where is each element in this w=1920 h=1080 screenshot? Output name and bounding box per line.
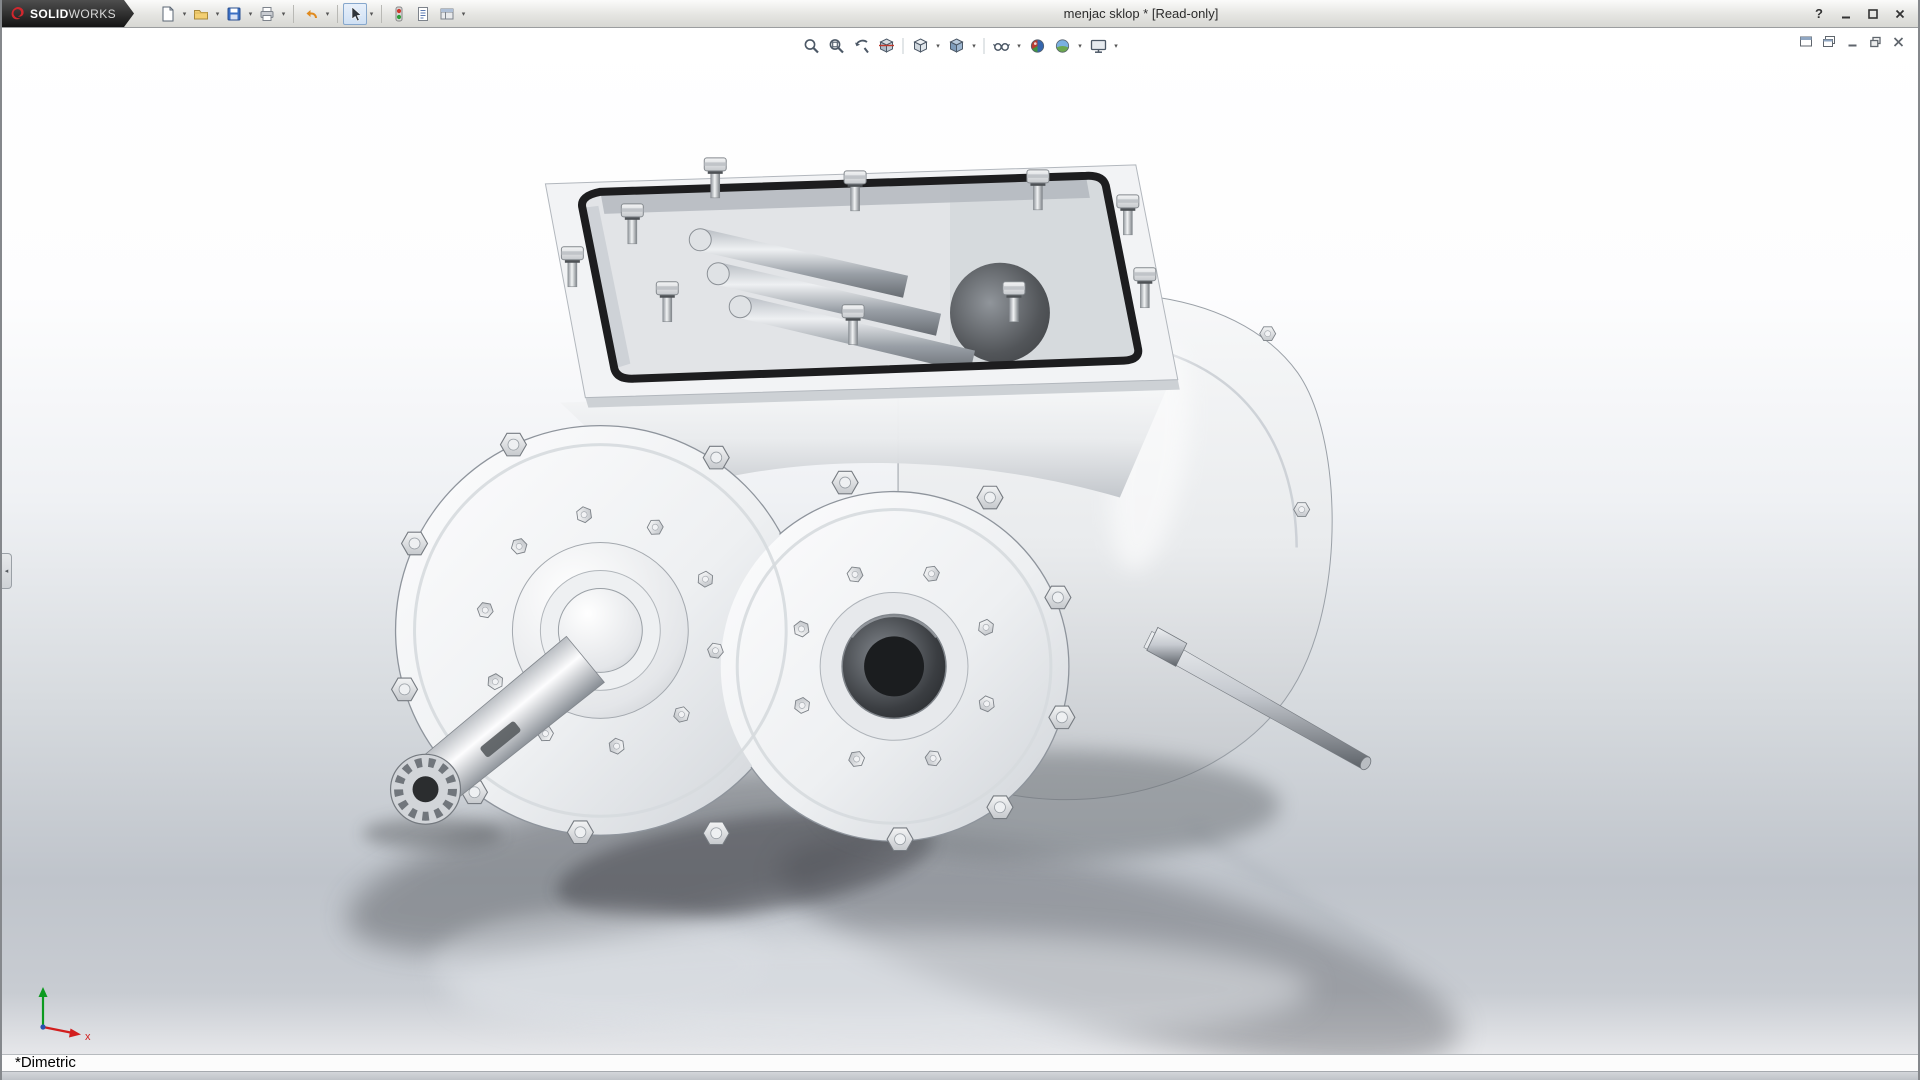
reference-triad[interactable]: x xyxy=(26,982,100,1044)
model-3d-view[interactable] xyxy=(2,28,1918,1054)
toolbar-separator xyxy=(381,5,382,23)
child-window-a-icon[interactable] xyxy=(1797,33,1816,50)
window-title: menjac sklop * [Read-only] xyxy=(1064,6,1219,21)
toolbar-separator xyxy=(293,5,294,23)
new-document-button[interactable] xyxy=(156,3,180,25)
view-orientation-dropdown[interactable]: ▾ xyxy=(934,42,943,50)
options-dropdown[interactable]: ▾ xyxy=(459,10,468,18)
help-button[interactable]: ? xyxy=(1809,5,1829,23)
previous-view-button[interactable] xyxy=(850,35,873,57)
save-dropdown[interactable]: ▾ xyxy=(246,10,255,18)
apply-scene-dropdown[interactable]: ▾ xyxy=(1076,42,1085,50)
headsup-separator xyxy=(903,38,904,54)
solidworks-window: SOLIDWORKS ▾ ▾ ▾ ▾ ▾ ▾ xyxy=(0,0,1920,1080)
options-button[interactable] xyxy=(435,3,459,25)
minimize-button[interactable] xyxy=(1836,5,1856,23)
select-button[interactable] xyxy=(343,3,367,25)
document-window-controls xyxy=(1797,33,1908,50)
zoom-to-area-button[interactable] xyxy=(825,35,848,57)
display-style-dropdown[interactable]: ▾ xyxy=(970,42,979,50)
new-document-dropdown[interactable]: ▾ xyxy=(180,10,189,18)
select-dropdown[interactable]: ▾ xyxy=(367,10,376,18)
open-document-dropdown[interactable]: ▾ xyxy=(213,10,222,18)
featuremanager-collapse-tab[interactable]: ◂ xyxy=(2,553,12,589)
brand-light: WORKS xyxy=(69,7,116,21)
brand-bold: SOLID xyxy=(30,7,69,21)
headsup-view-toolbar: ▾ ▾ ▾ ▾ ▾ xyxy=(794,33,1127,59)
rebuild-stoplight-button[interactable] xyxy=(387,3,411,25)
view-orientation-label: *Dimetric xyxy=(2,1055,76,1071)
display-style-button[interactable] xyxy=(945,35,968,57)
hide-show-items-button[interactable] xyxy=(990,35,1013,57)
restore-document-button[interactable] xyxy=(1866,33,1885,50)
dassault-systemes-logo-icon xyxy=(10,6,25,21)
top-cover xyxy=(545,148,1199,408)
y-axis-arrow xyxy=(39,987,48,997)
window-bottom-frame xyxy=(2,1071,1918,1080)
z-axis-dot xyxy=(40,1024,45,1029)
minimize-document-button[interactable] xyxy=(1843,33,1862,50)
save-button[interactable] xyxy=(222,3,246,25)
edit-appearance-button[interactable] xyxy=(1026,35,1049,57)
print-dropdown[interactable]: ▾ xyxy=(279,10,288,18)
output-hub xyxy=(820,592,968,740)
view-settings-dropdown[interactable]: ▾ xyxy=(1112,42,1121,50)
titlebar: SOLIDWORKS ▾ ▾ ▾ ▾ ▾ ▾ xyxy=(2,0,1918,28)
window-controls: ? xyxy=(1809,0,1910,27)
undo-button[interactable] xyxy=(299,3,323,25)
open-document-button[interactable] xyxy=(189,3,213,25)
view-orientation-button[interactable] xyxy=(909,35,932,57)
view-settings-button[interactable] xyxy=(1087,35,1110,57)
graphics-area[interactable]: ▾ ▾ ▾ ▾ ▾ xyxy=(2,28,1918,1054)
close-document-button[interactable] xyxy=(1889,33,1908,50)
toolbar-separator xyxy=(337,5,338,23)
hide-show-items-dropdown[interactable]: ▾ xyxy=(1015,42,1024,50)
file-properties-button[interactable] xyxy=(411,3,435,25)
apply-scene-button[interactable] xyxy=(1051,35,1074,57)
status-bar: *Dimetric xyxy=(2,1054,1918,1071)
child-window-b-icon[interactable] xyxy=(1820,33,1839,50)
x-axis-arrow xyxy=(69,1029,81,1038)
x-axis-label: x xyxy=(85,1031,91,1043)
zoom-to-fit-button[interactable] xyxy=(800,35,823,57)
print-button[interactable] xyxy=(255,3,279,25)
section-view-button[interactable] xyxy=(875,35,898,57)
main-toolbar: ▾ ▾ ▾ ▾ ▾ ▾ xyxy=(156,3,468,25)
brand-text: SOLIDWORKS xyxy=(30,7,116,21)
maximize-button[interactable] xyxy=(1863,5,1883,23)
undo-dropdown[interactable]: ▾ xyxy=(323,10,332,18)
solidworks-brand: SOLIDWORKS xyxy=(2,0,134,27)
headsup-separator xyxy=(984,38,985,54)
close-button[interactable] xyxy=(1890,5,1910,23)
